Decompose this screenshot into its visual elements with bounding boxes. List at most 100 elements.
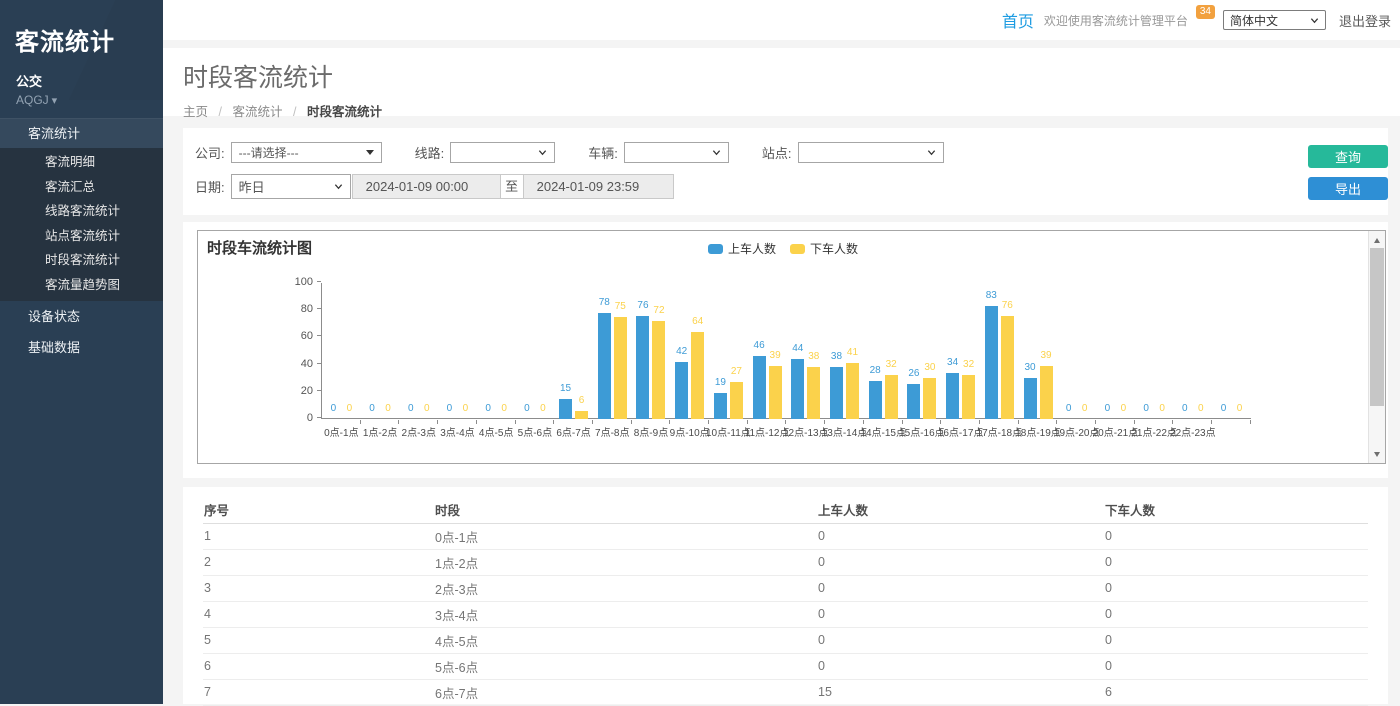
bar-group: 837617点-18点 (980, 283, 1019, 419)
vehicle-select[interactable] (624, 142, 729, 163)
sidebar-submenu: 客流明细客流汇总线路客流统计站点客流统计时段客流统计客流量趋势图 (0, 148, 163, 301)
bar-boarding (636, 316, 649, 419)
table-row: 43点-4点00 (203, 601, 1368, 627)
chevron-down-icon (334, 182, 343, 191)
bar-boarding (675, 362, 688, 419)
company-select[interactable]: ---请选择--- (231, 142, 382, 163)
sidebar-header: 客流统计 公交 AQGJ▾ (0, 0, 163, 100)
page-title: 时段客流统计 (183, 58, 1400, 94)
bar-alighting (730, 382, 743, 419)
date-preset-select[interactable]: 昨日 (231, 174, 351, 199)
bar-group: 005点-6点 (516, 283, 555, 419)
station-select[interactable] (798, 142, 944, 163)
chart-container: 时段车流统计图 上车人数下车人数 020406080100000点-1点001点… (197, 230, 1386, 464)
cell-period: 3点-4点 (434, 601, 817, 627)
y-axis-label: 80 (283, 303, 313, 315)
filter-row-2: 日期: 昨日 2024-01-09 00:00 至 2024-01-09 23:… (195, 174, 674, 199)
y-axis-label: 40 (283, 358, 313, 370)
filter-panel: 公司: ---请选择--- 线路: 车辆: 站点: 日期: (183, 128, 1388, 215)
breadcrumb-home[interactable]: 主页 (183, 105, 208, 119)
sidebar-section-passenger-stats[interactable]: 客流统计 (0, 118, 163, 148)
column-header: 序号 (203, 496, 434, 523)
sidebar-subitem[interactable]: 客流明细 (0, 150, 163, 175)
table-row: 10点-1点00 (203, 523, 1368, 549)
bar-alighting (575, 411, 588, 419)
date-from-input[interactable]: 2024-01-09 00:00 (353, 175, 500, 198)
sidebar-item[interactable]: 设备状态 (0, 301, 163, 332)
sidebar-subitem[interactable]: 客流量趋势图 (0, 273, 163, 298)
sidebar-subitem[interactable]: 客流汇总 (0, 175, 163, 200)
x-axis-label: 5点-6点 (518, 424, 552, 439)
filter-row-1: 公司: ---请选择--- 线路: 车辆: 站点: (195, 142, 944, 163)
table-row: 32点-3点00 (203, 575, 1368, 601)
x-axis-label: 4点-5点 (479, 424, 513, 439)
language-select[interactable]: 简体中文 (1223, 10, 1326, 30)
cell-boarding: 0 (817, 601, 1104, 627)
x-axis-label: 1点-2点 (363, 424, 397, 439)
query-button[interactable]: 查询 (1308, 145, 1388, 168)
chart-panel: 时段车流统计图 上车人数下车人数 020406080100000点-1点001点… (183, 222, 1388, 478)
logout-link[interactable]: 退出登录 (1339, 11, 1391, 30)
sidebar-other-items: 设备状态基础数据 (0, 301, 163, 363)
cell-index: 5 (203, 627, 434, 653)
table-header-row: 序号时段上车人数下车人数 (203, 496, 1368, 523)
bar-group: 343216点-17点 (941, 283, 980, 419)
y-axis-tick (317, 363, 321, 364)
welcome-text: 欢迎使用客流统计管理平台 (1044, 12, 1188, 29)
bar-boarding (598, 313, 611, 419)
sidebar-subitem[interactable]: 时段客流统计 (0, 248, 163, 273)
y-axis-tick (317, 335, 321, 336)
export-button[interactable]: 导出 (1308, 177, 1388, 200)
date-to-input[interactable]: 2024-01-09 23:59 (524, 175, 673, 198)
chevron-down-icon (538, 148, 547, 157)
table-body: 10点-1点0021点-2点0032点-3点0043点-4点0054点-5点00… (203, 523, 1368, 705)
sidebar-subitem[interactable]: 站点客流统计 (0, 224, 163, 249)
bar-alighting (691, 332, 704, 419)
scrollbar-down-arrow-icon[interactable] (1369, 446, 1385, 462)
sidebar-subitem[interactable]: 线路客流统计 (0, 199, 163, 224)
bar-group: 001点-2点 (361, 283, 400, 419)
cell-boarding: 0 (817, 653, 1104, 679)
scrollbar-up-arrow-icon[interactable] (1369, 232, 1385, 248)
column-header: 上车人数 (817, 496, 1104, 523)
bar-boarding (830, 367, 843, 419)
org-name: 公交 (16, 71, 163, 90)
scrollbar-thumb[interactable] (1370, 248, 1384, 406)
y-axis-tick (317, 417, 321, 418)
bar-group: 303918点-19点 (1019, 283, 1058, 419)
y-axis-tick (317, 390, 321, 391)
table-row: 65点-6点00 (203, 653, 1368, 679)
bar-alighting (923, 378, 936, 419)
org-code-dropdown[interactable]: AQGJ▾ (16, 93, 163, 107)
chart-scrollbar[interactable] (1368, 231, 1385, 463)
x-axis-label: 6点-7点 (556, 424, 590, 439)
page-header: 时段客流统计 主页 / 客流统计 / 时段客流统计 (163, 48, 1400, 116)
bar-group: 002点-3点 (399, 283, 438, 419)
legend-swatch-icon (708, 244, 723, 254)
cell-boarding: 0 (817, 523, 1104, 549)
breadcrumb-separator: / (293, 105, 296, 119)
table-row: 21点-2点00 (203, 549, 1368, 575)
legend-item-boarding[interactable]: 上车人数 (708, 240, 776, 257)
legend-item-alighting[interactable]: 下车人数 (790, 240, 858, 257)
bar-boarding (753, 356, 766, 419)
bar-group: 00 (1212, 283, 1251, 419)
cell-alighting: 0 (1104, 653, 1368, 679)
line-label: 线路: (415, 143, 445, 162)
sidebar-menu: 客流统计 客流明细客流汇总线路客流统计站点客流统计时段客流统计客流量趋势图 设备… (0, 118, 163, 363)
breadcrumb-passenger-stats[interactable]: 客流统计 (232, 105, 282, 119)
line-select[interactable] (450, 142, 555, 163)
column-header: 时段 (434, 496, 817, 523)
breadcrumb: 主页 / 客流统计 / 时段客流统计 (183, 101, 1400, 120)
bar-alighting (807, 367, 820, 419)
sidebar-item[interactable]: 基础数据 (0, 332, 163, 363)
cell-alighting: 0 (1104, 549, 1368, 575)
sidebar: 客流统计 公交 AQGJ▾ 客流统计 客流明细客流汇总线路客流统计站点客流统计时… (0, 0, 163, 704)
bar-group: 003点-4点 (438, 283, 477, 419)
column-header: 下车人数 (1104, 496, 1368, 523)
bar-value-label: 0 (1220, 403, 1260, 414)
cell-period: 0点-1点 (434, 523, 817, 549)
bar-alighting (769, 366, 782, 419)
cell-period: 5点-6点 (434, 653, 817, 679)
home-link[interactable]: 首页 (1002, 8, 1034, 32)
